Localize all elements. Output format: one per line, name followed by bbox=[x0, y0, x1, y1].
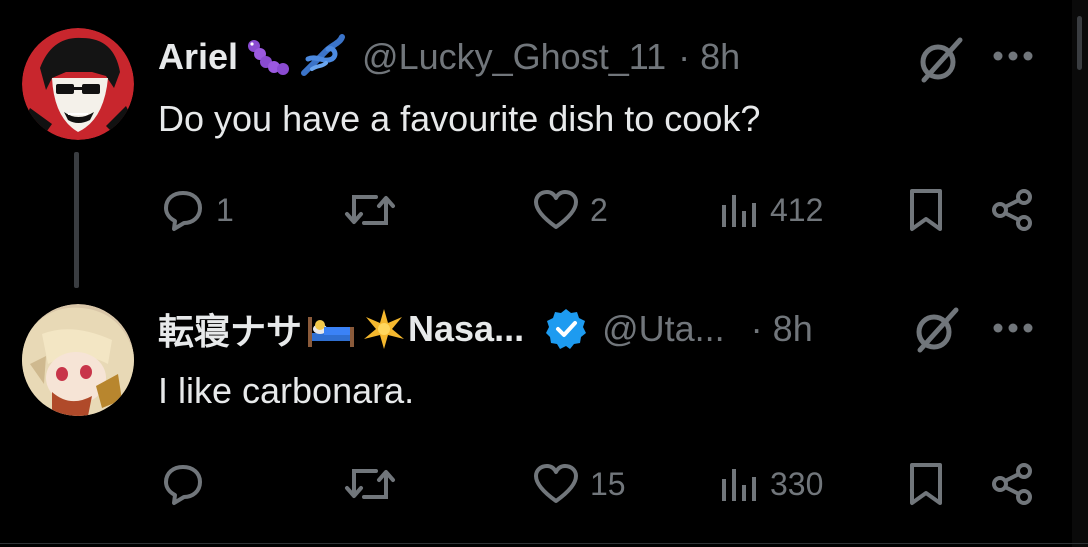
tweet-header: 転寝ナサ Nasa... @Uta... · 8h bbox=[158, 304, 813, 354]
heart-icon bbox=[532, 461, 580, 507]
scrollbar-thumb[interactable] bbox=[1077, 16, 1082, 70]
knot-emoji-icon bbox=[298, 33, 346, 81]
display-name[interactable]: 転寝ナサ bbox=[158, 303, 302, 355]
like-button[interactable]: 2 bbox=[532, 180, 608, 240]
bar-chart-icon bbox=[718, 187, 760, 233]
bar-chart-icon bbox=[718, 461, 760, 507]
tweet-1: Ariel @Lucky_Ghost_11 · 8h Do you have a… bbox=[0, 0, 1088, 288]
timestamp[interactable]: 8h bbox=[773, 308, 813, 350]
display-name-suffix[interactable]: Nasa... bbox=[408, 308, 524, 350]
action-bar: 15 330 bbox=[0, 454, 1088, 514]
caterpillar-emoji-icon bbox=[246, 34, 292, 80]
tweet-text: Do you have a favourite dish to cook? bbox=[158, 98, 761, 139]
action-bar: 1 2 412 bbox=[0, 180, 1088, 240]
handle[interactable]: @Uta... bbox=[602, 308, 725, 350]
reply-button[interactable]: 1 bbox=[160, 180, 234, 240]
bookmark-button[interactable] bbox=[906, 180, 946, 240]
reply-icon bbox=[160, 187, 206, 233]
handle[interactable]: @Lucky_Ghost_11 bbox=[362, 36, 666, 78]
verified-badge-icon bbox=[544, 307, 588, 351]
grok-icon[interactable] bbox=[910, 304, 962, 356]
view-count: 330 bbox=[770, 465, 824, 502]
timestamp[interactable]: 8h bbox=[700, 36, 740, 78]
more-options-icon[interactable] bbox=[992, 320, 1034, 336]
separator: · bbox=[750, 308, 763, 349]
display-name[interactable]: Ariel bbox=[158, 36, 238, 78]
repost-icon bbox=[342, 461, 398, 507]
tweet-header: Ariel @Lucky_Ghost_11 · 8h bbox=[158, 32, 740, 82]
views-button[interactable]: 330 bbox=[718, 454, 823, 514]
share-icon bbox=[990, 187, 1036, 233]
separator: · bbox=[678, 36, 691, 77]
heart-icon bbox=[532, 187, 580, 233]
share-button[interactable] bbox=[990, 454, 1036, 514]
bed-emoji-icon bbox=[306, 309, 356, 349]
tweet-2: 転寝ナサ Nasa... @Uta... · 8h I like carbona… bbox=[0, 284, 1088, 544]
avatar[interactable] bbox=[22, 304, 134, 416]
like-button[interactable]: 15 bbox=[532, 454, 626, 514]
like-count: 2 bbox=[590, 191, 608, 228]
views-button[interactable]: 412 bbox=[718, 180, 823, 240]
share-icon bbox=[990, 461, 1036, 507]
reply-icon bbox=[160, 461, 206, 507]
like-count: 15 bbox=[590, 465, 626, 502]
tweet-text: I like carbonara. bbox=[158, 370, 415, 411]
more-options-icon[interactable] bbox=[992, 48, 1034, 64]
divider bbox=[0, 543, 1088, 544]
repost-button[interactable] bbox=[342, 454, 408, 514]
bookmark-icon bbox=[906, 187, 946, 233]
repost-icon bbox=[342, 187, 398, 233]
scrollbar[interactable] bbox=[1072, 0, 1088, 547]
share-button[interactable] bbox=[990, 180, 1036, 240]
avatar[interactable] bbox=[22, 28, 134, 140]
sparkle-emoji-icon bbox=[362, 307, 406, 351]
reply-button[interactable] bbox=[160, 454, 216, 514]
bookmark-button[interactable] bbox=[906, 454, 946, 514]
bookmark-icon bbox=[906, 461, 946, 507]
reply-count: 1 bbox=[216, 191, 234, 228]
repost-button[interactable] bbox=[342, 180, 408, 240]
view-count: 412 bbox=[770, 191, 824, 228]
grok-icon[interactable] bbox=[914, 34, 966, 86]
